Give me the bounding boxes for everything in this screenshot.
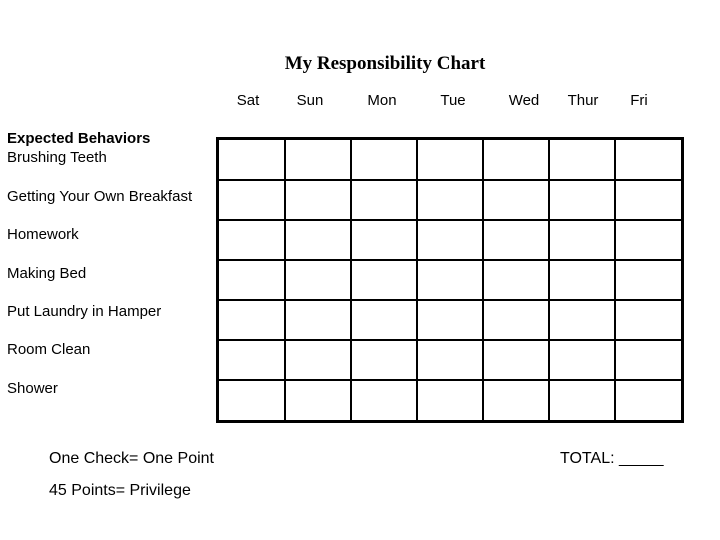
check-cell-mon[interactable]	[351, 220, 418, 261]
behavior-label: Shower	[7, 380, 58, 397]
day-header-tue: Tue	[440, 92, 466, 109]
check-cell-tue[interactable]	[417, 180, 484, 221]
check-cell-thur[interactable]	[549, 140, 616, 181]
checkbox-grid	[216, 137, 684, 423]
check-cell-thur[interactable]	[549, 380, 616, 420]
behavior-label: Put Laundry in Hamper	[7, 303, 162, 320]
check-cell-sun[interactable]	[285, 340, 352, 381]
check-cell-sun[interactable]	[285, 180, 352, 221]
day-header-fri: Fri	[630, 92, 648, 109]
check-cell-thur[interactable]	[549, 180, 616, 221]
behavior-label: Getting Your Own Breakfast	[7, 188, 193, 205]
total-field[interactable]: TOTAL: _____	[560, 450, 663, 468]
check-cell-thur[interactable]	[549, 340, 616, 381]
chart-title: My Responsibility Chart	[284, 53, 486, 74]
check-cell-wed[interactable]	[483, 220, 550, 261]
check-cell-sun[interactable]	[285, 140, 352, 181]
day-header-mon: Mon	[367, 92, 397, 109]
check-cell-sat[interactable]	[219, 340, 286, 381]
check-cell-fri[interactable]	[615, 220, 681, 261]
check-cell-sat[interactable]	[219, 220, 286, 261]
check-cell-sun[interactable]	[285, 220, 352, 261]
check-cell-sun[interactable]	[285, 300, 352, 341]
day-header-sun: Sun	[296, 92, 324, 109]
check-cell-sat[interactable]	[219, 180, 286, 221]
day-header-thur: Thur	[567, 92, 599, 109]
check-cell-mon[interactable]	[351, 340, 418, 381]
check-cell-fri[interactable]	[615, 180, 681, 221]
check-cell-sat[interactable]	[219, 380, 286, 420]
check-cell-fri[interactable]	[615, 140, 681, 181]
behavior-label: Making Bed	[7, 265, 87, 282]
check-cell-tue[interactable]	[417, 300, 484, 341]
check-cell-wed[interactable]	[483, 140, 550, 181]
check-cell-tue[interactable]	[417, 220, 484, 261]
check-cell-wed[interactable]	[483, 300, 550, 341]
check-cell-wed[interactable]	[483, 260, 550, 301]
check-cell-sun[interactable]	[285, 260, 352, 301]
check-cell-wed[interactable]	[483, 180, 550, 221]
check-cell-sat[interactable]	[219, 140, 286, 181]
check-cell-mon[interactable]	[351, 140, 418, 181]
check-cell-sat[interactable]	[219, 260, 286, 301]
behavior-label: Brushing Teeth	[7, 149, 107, 166]
check-cell-mon[interactable]	[351, 180, 418, 221]
check-cell-tue[interactable]	[417, 140, 484, 181]
check-cell-fri[interactable]	[615, 300, 681, 341]
check-cell-sat[interactable]	[219, 300, 286, 341]
check-cell-mon[interactable]	[351, 380, 418, 420]
check-cell-tue[interactable]	[417, 340, 484, 381]
rule-one-check: One Check= One Point	[49, 450, 214, 467]
check-cell-mon[interactable]	[351, 260, 418, 301]
check-cell-thur[interactable]	[549, 260, 616, 301]
check-cell-fri[interactable]	[615, 380, 681, 420]
behavior-label: Room Clean	[7, 341, 91, 358]
check-cell-wed[interactable]	[483, 340, 550, 381]
rule-points-privilege: 45 Points= Privilege	[49, 482, 191, 499]
check-cell-wed[interactable]	[483, 380, 550, 420]
behaviors-heading: Expected Behaviors	[7, 130, 151, 147]
day-header-sat: Sat	[236, 92, 260, 109]
check-cell-fri[interactable]	[615, 260, 681, 301]
check-cell-tue[interactable]	[417, 260, 484, 301]
check-cell-thur[interactable]	[549, 300, 616, 341]
behavior-label: Homework	[7, 226, 79, 243]
check-cell-mon[interactable]	[351, 300, 418, 341]
check-cell-sun[interactable]	[285, 380, 352, 420]
check-cell-thur[interactable]	[549, 220, 616, 261]
day-header-wed: Wed	[508, 92, 540, 109]
check-cell-tue[interactable]	[417, 380, 484, 420]
check-cell-fri[interactable]	[615, 340, 681, 381]
